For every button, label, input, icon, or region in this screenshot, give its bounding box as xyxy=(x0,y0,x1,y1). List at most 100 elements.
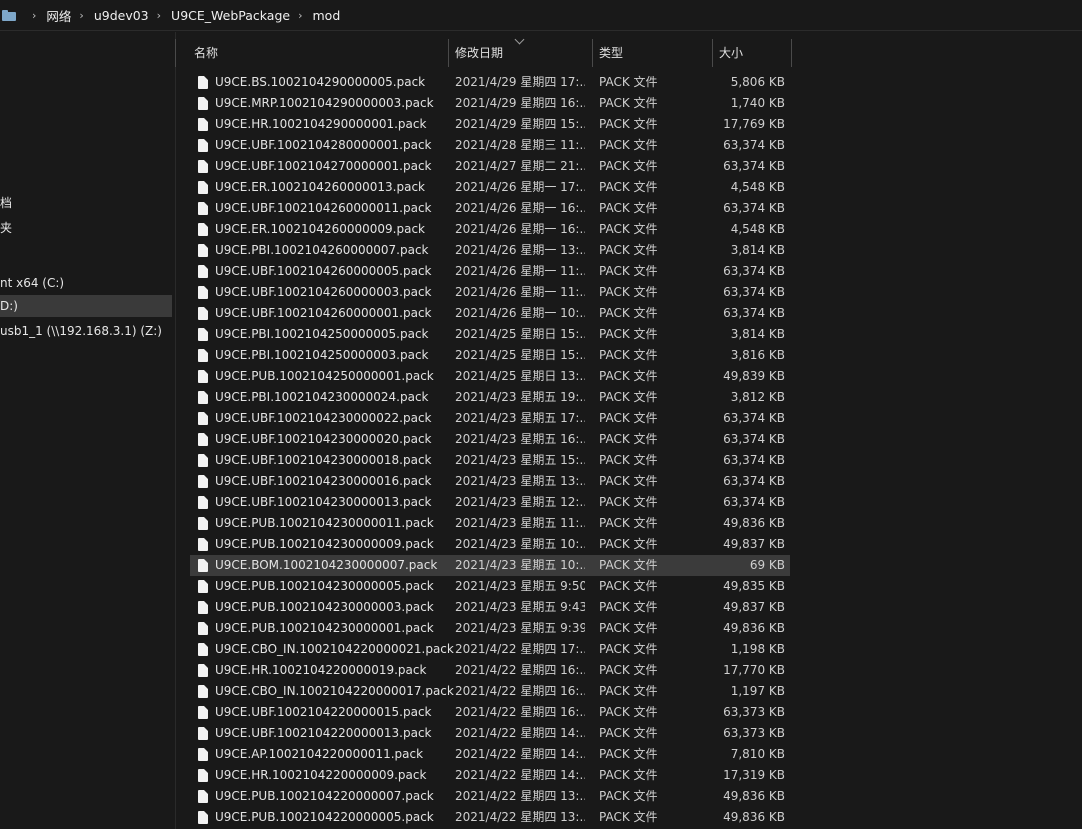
file-name: U9CE.PUB.1002104250000001.pack xyxy=(215,369,434,383)
file-row[interactable]: U9CE.ER.1002104260000013.pack 2021/4/26 星… xyxy=(190,177,790,198)
file-row[interactable]: U9CE.UBF.1002104230000020.pack 2021/4/23 … xyxy=(190,429,790,450)
file-size: 3,816 KB xyxy=(730,348,785,362)
column-header-type[interactable]: 类型 xyxy=(599,39,623,67)
sidebar-item-drive-c[interactable]: nt x64 (C:) xyxy=(0,272,172,294)
breadcrumb-item-server[interactable]: u9dev03 xyxy=(94,8,149,23)
file-name: U9CE.PUB.1002104230000001.pack xyxy=(215,621,434,635)
file-type: PACK 文件 xyxy=(599,369,658,383)
file-row[interactable]: U9CE.PUB.1002104230000005.pack 2021/4/23 … xyxy=(190,576,790,597)
file-size: 1,198 KB xyxy=(730,642,785,656)
sidebar-item-label: nt x64 (C:) xyxy=(0,276,65,290)
file-row[interactable]: U9CE.UBF.1002104280000001.pack 2021/4/28 … xyxy=(190,135,790,156)
file-row[interactable]: U9CE.PUB.1002104230000009.pack 2021/4/23 … xyxy=(190,534,790,555)
file-row[interactable]: U9CE.UBF.1002104260000005.pack 2021/4/26 … xyxy=(190,261,790,282)
column-divider[interactable] xyxy=(712,39,713,67)
file-type: PACK 文件 xyxy=(599,600,658,614)
breadcrumb-item-current[interactable]: mod xyxy=(313,8,341,23)
file-name: U9CE.CBO_IN.1002104220000021.pack xyxy=(215,642,454,656)
file-row[interactable]: U9CE.PUB.1002104250000001.pack 2021/4/25 … xyxy=(190,366,790,387)
file-icon xyxy=(198,601,208,614)
file-name: U9CE.UBF.1002104280000001.pack xyxy=(215,138,432,152)
sidebar-item-network-drive-z[interactable]: usb1_1 (\\192.168.3.1) (Z:) xyxy=(0,320,172,342)
column-divider[interactable] xyxy=(592,39,593,67)
column-header-date[interactable]: 修改日期 xyxy=(455,39,503,67)
file-row[interactable]: U9CE.PUB.1002104230000001.pack 2021/4/23 … xyxy=(190,618,790,639)
sidebar-item-documents[interactable]: 档 xyxy=(0,191,172,213)
file-modified-date: 2021/4/29 星期四 15:... xyxy=(455,117,585,131)
column-header-size[interactable]: 大小 xyxy=(719,39,743,67)
file-size: 3,814 KB xyxy=(730,243,785,257)
file-name: U9CE.CBO_IN.1002104220000017.pack xyxy=(215,684,454,698)
file-row[interactable]: U9CE.UBF.1002104260000011.pack 2021/4/26 … xyxy=(190,198,790,219)
file-name: U9CE.HR.1002104220000009.pack xyxy=(215,768,427,782)
file-row[interactable]: U9CE.PUB.1002104220000007.pack 2021/4/22 … xyxy=(190,786,790,807)
file-icon xyxy=(198,391,208,404)
file-size: 63,374 KB xyxy=(723,159,785,173)
file-row[interactable]: U9CE.ER.1002104260000009.pack 2021/4/26 星… xyxy=(190,219,790,240)
file-row[interactable]: U9CE.UBF.1002104260000001.pack 2021/4/26 … xyxy=(190,303,790,324)
file-modified-date: 2021/4/26 星期一 11:... xyxy=(455,285,585,299)
file-size: 63,374 KB xyxy=(723,285,785,299)
file-size: 49,835 KB xyxy=(723,579,785,593)
file-modified-date: 2021/4/23 星期五 13:... xyxy=(455,474,585,488)
breadcrumb-item-network[interactable]: 网络 xyxy=(46,6,71,25)
file-row[interactable]: U9CE.UBF.1002104230000022.pack 2021/4/23 … xyxy=(190,408,790,429)
file-type: PACK 文件 xyxy=(599,726,658,740)
file-name: U9CE.PBI.1002104230000024.pack xyxy=(215,390,429,404)
file-type: PACK 文件 xyxy=(599,117,658,131)
file-row[interactable]: U9CE.CBO_IN.1002104220000021.pack 2021/4/… xyxy=(190,639,790,660)
file-modified-date: 2021/4/22 星期四 13:... xyxy=(455,810,585,824)
file-row[interactable]: U9CE.UBF.1002104230000013.pack 2021/4/23 … xyxy=(190,492,790,513)
file-row[interactable]: U9CE.PBI.1002104250000003.pack 2021/4/25 … xyxy=(190,345,790,366)
file-row[interactable]: U9CE.AP.1002104220000011.pack 2021/4/22 星… xyxy=(190,744,790,765)
file-row[interactable]: U9CE.PUB.1002104220000005.pack 2021/4/22 … xyxy=(190,807,790,828)
file-type: PACK 文件 xyxy=(599,201,658,215)
file-icon xyxy=(198,580,208,593)
file-row[interactable]: U9CE.UBF.1002104230000018.pack 2021/4/23 … xyxy=(190,450,790,471)
file-name: U9CE.PBI.1002104250000003.pack xyxy=(215,348,429,362)
sidebar-item-drive-d[interactable]: D:) xyxy=(0,295,172,317)
file-name: U9CE.PUB.1002104230000009.pack xyxy=(215,537,434,551)
file-icon xyxy=(198,244,208,257)
file-row[interactable]: U9CE.UBF.1002104270000001.pack 2021/4/27 … xyxy=(190,156,790,177)
file-row[interactable]: U9CE.UBF.1002104220000013.pack 2021/4/22 … xyxy=(190,723,790,744)
file-icon xyxy=(198,685,208,698)
file-row[interactable]: U9CE.PBI.1002104260000007.pack 2021/4/26 … xyxy=(190,240,790,261)
file-type: PACK 文件 xyxy=(599,327,658,341)
file-icon xyxy=(198,622,208,635)
file-type: PACK 文件 xyxy=(599,306,658,320)
file-row[interactable]: U9CE.UBF.1002104220000015.pack 2021/4/22 … xyxy=(190,702,790,723)
file-row[interactable]: U9CE.MRP.1002104290000003.pack 2021/4/29 … xyxy=(190,93,790,114)
file-type: PACK 文件 xyxy=(599,243,658,257)
file-row[interactable]: U9CE.PUB.1002104230000011.pack 2021/4/23 … xyxy=(190,513,790,534)
file-modified-date: 2021/4/23 星期五 17:... xyxy=(455,411,585,425)
file-row[interactable]: U9CE.PUB.1002104230000003.pack 2021/4/23 … xyxy=(190,597,790,618)
column-header-name[interactable]: 名称 xyxy=(194,39,218,67)
file-modified-date: 2021/4/25 星期日 15:... xyxy=(455,348,585,362)
file-row[interactable]: U9CE.HR.1002104220000009.pack 2021/4/22 星… xyxy=(190,765,790,786)
file-size: 4,548 KB xyxy=(730,180,785,194)
file-row[interactable]: U9CE.UBF.1002104230000016.pack 2021/4/23 … xyxy=(190,471,790,492)
file-icon xyxy=(198,811,208,824)
file-size: 63,374 KB xyxy=(723,453,785,467)
column-divider[interactable] xyxy=(448,39,449,67)
file-row[interactable]: U9CE.BS.1002104290000005.pack 2021/4/29 星… xyxy=(190,72,790,93)
file-row[interactable]: U9CE.HR.1002104290000001.pack 2021/4/29 星… xyxy=(190,114,790,135)
file-modified-date: 2021/4/22 星期四 14:... xyxy=(455,747,585,761)
file-icon xyxy=(198,748,208,761)
column-divider[interactable] xyxy=(791,39,792,67)
file-row[interactable]: U9CE.CBO_IN.1002104220000017.pack 2021/4/… xyxy=(190,681,790,702)
file-size: 4,548 KB xyxy=(730,222,785,236)
file-icon xyxy=(198,76,208,89)
file-row[interactable]: U9CE.PBI.1002104230000024.pack 2021/4/23 … xyxy=(190,387,790,408)
file-row[interactable]: U9CE.BOM.1002104230000007.pack 2021/4/23 … xyxy=(190,555,790,576)
file-row[interactable]: U9CE.PBI.1002104250000005.pack 2021/4/25 … xyxy=(190,324,790,345)
sidebar-item-folder[interactable]: 夹 xyxy=(0,216,172,238)
file-icon xyxy=(198,475,208,488)
file-icon xyxy=(198,538,208,551)
file-size: 63,374 KB xyxy=(723,138,785,152)
file-name: U9CE.UBF.1002104230000018.pack xyxy=(215,453,432,467)
breadcrumb-item-share[interactable]: U9CE_WebPackage xyxy=(171,8,290,23)
file-row[interactable]: U9CE.HR.1002104220000019.pack 2021/4/22 星… xyxy=(190,660,790,681)
file-row[interactable]: U9CE.UBF.1002104260000003.pack 2021/4/26 … xyxy=(190,282,790,303)
